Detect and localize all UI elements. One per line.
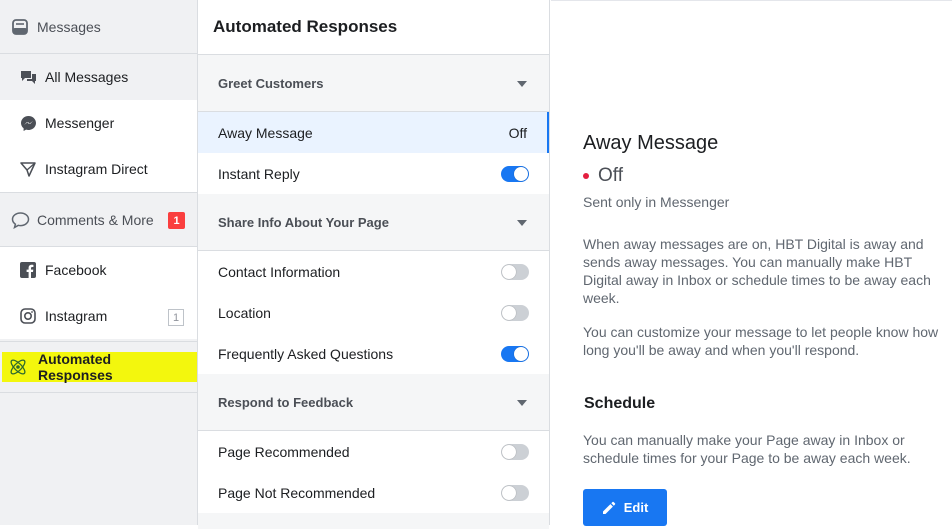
chat-bubbles-icon	[19, 68, 37, 86]
section-respond-feedback[interactable]: Respond to Feedback	[198, 374, 549, 431]
row-label: Frequently Asked Questions	[218, 345, 394, 362]
nav-comments-header[interactable]: Comments & More 1	[0, 192, 197, 247]
edit-button-label: Edit	[623, 500, 649, 515]
nav-item-messenger[interactable]: Messenger	[0, 100, 197, 146]
status-dot-icon	[583, 173, 589, 179]
automated-responses-list: Automated Responses Greet Customers Away…	[198, 0, 550, 529]
row-faq[interactable]: Frequently Asked Questions	[198, 333, 549, 374]
nav-item-label: Facebook	[45, 262, 107, 278]
contact-information-toggle[interactable]	[501, 264, 529, 280]
detail-status: Off	[583, 165, 623, 187]
away-message-detail: Away Message Off Sent only in Messenger …	[551, 0, 952, 526]
instagram-icon	[19, 307, 37, 325]
paper-plane-icon	[19, 160, 37, 178]
caret-down-icon[interactable]	[517, 81, 527, 87]
inbox-icon	[10, 17, 30, 37]
row-label: Contact Information	[218, 263, 341, 280]
nav-automated-responses[interactable]: Automated Responses	[0, 341, 197, 393]
nav-messages-label: Messages	[37, 18, 101, 35]
nav-item-all-messages[interactable]: All Messages	[0, 54, 197, 100]
instagram-count-badge: 1	[168, 309, 184, 326]
nav-item-label: All Messages	[45, 69, 129, 85]
sidebar: Messages All Messages Messenger Instagra…	[0, 0, 198, 525]
caret-down-icon[interactable]	[517, 220, 527, 226]
automated-responses-highlight: Automated Responses	[2, 351, 197, 383]
detail-sent-note: Sent only in Messenger	[583, 194, 730, 210]
messenger-icon	[19, 114, 37, 132]
row-away-message[interactable]: Away Message Off	[198, 112, 549, 153]
facebook-icon	[19, 261, 37, 279]
nav-item-facebook[interactable]: Facebook	[0, 247, 197, 293]
row-page-recommended[interactable]: Page Recommended	[198, 431, 549, 472]
edit-button[interactable]: Edit	[583, 489, 667, 526]
detail-status-text: Off	[598, 165, 623, 186]
nav-item-label: Messenger	[45, 115, 115, 131]
detail-customize-note: You can customize your message to let pe…	[583, 324, 939, 358]
nav-item-label: Instagram	[45, 308, 108, 324]
instant-reply-toggle[interactable]	[501, 166, 529, 182]
automated-responses-label: Automated Responses	[38, 351, 113, 383]
row-label: Location	[218, 304, 271, 321]
comment-bubble-icon	[10, 210, 30, 230]
section-greet-customers[interactable]: Greet Customers	[198, 55, 549, 112]
row-location[interactable]: Location	[198, 292, 549, 333]
section-heading: Share Info About Your Page	[218, 214, 389, 230]
row-contact-information[interactable]: Contact Information	[198, 251, 549, 292]
detail-description: When away messages are on, HBT Digital i…	[583, 236, 931, 306]
list-footer-spacer	[198, 513, 549, 529]
nav-item-instagram-direct[interactable]: Instagram Direct	[0, 146, 197, 192]
faq-toggle[interactable]	[501, 346, 529, 362]
middle-title: Automated Responses	[198, 0, 549, 55]
nav-messages-header[interactable]: Messages	[0, 0, 197, 54]
row-label: Away Message	[218, 124, 313, 141]
schedule-description: You can manually make your Page away in …	[583, 432, 911, 466]
nav-comments-label: Comments & More	[37, 211, 154, 228]
row-instant-reply[interactable]: Instant Reply	[198, 153, 549, 194]
row-label: Page Not Recommended	[218, 484, 376, 501]
comments-badge: 1	[168, 212, 185, 229]
section-heading: Greet Customers	[218, 75, 324, 91]
detail-title: Away Message	[583, 132, 719, 154]
nav-item-instagram[interactable]: Instagram 1	[0, 293, 197, 339]
page-not-recommended-toggle[interactable]	[501, 485, 529, 501]
nav-item-label: Instagram Direct	[45, 161, 148, 177]
section-share-info[interactable]: Share Info About Your Page	[198, 194, 549, 251]
atom-icon	[8, 357, 28, 377]
away-message-status: Off	[508, 125, 527, 141]
row-page-not-recommended[interactable]: Page Not Recommended	[198, 472, 549, 513]
page-recommended-toggle[interactable]	[501, 444, 529, 460]
pencil-icon	[602, 501, 616, 515]
schedule-heading: Schedule	[584, 395, 656, 412]
location-toggle[interactable]	[501, 305, 529, 321]
section-heading: Respond to Feedback	[218, 394, 354, 410]
caret-down-icon[interactable]	[517, 400, 527, 406]
row-label: Page Recommended	[218, 443, 350, 460]
row-label: Instant Reply	[218, 165, 300, 182]
